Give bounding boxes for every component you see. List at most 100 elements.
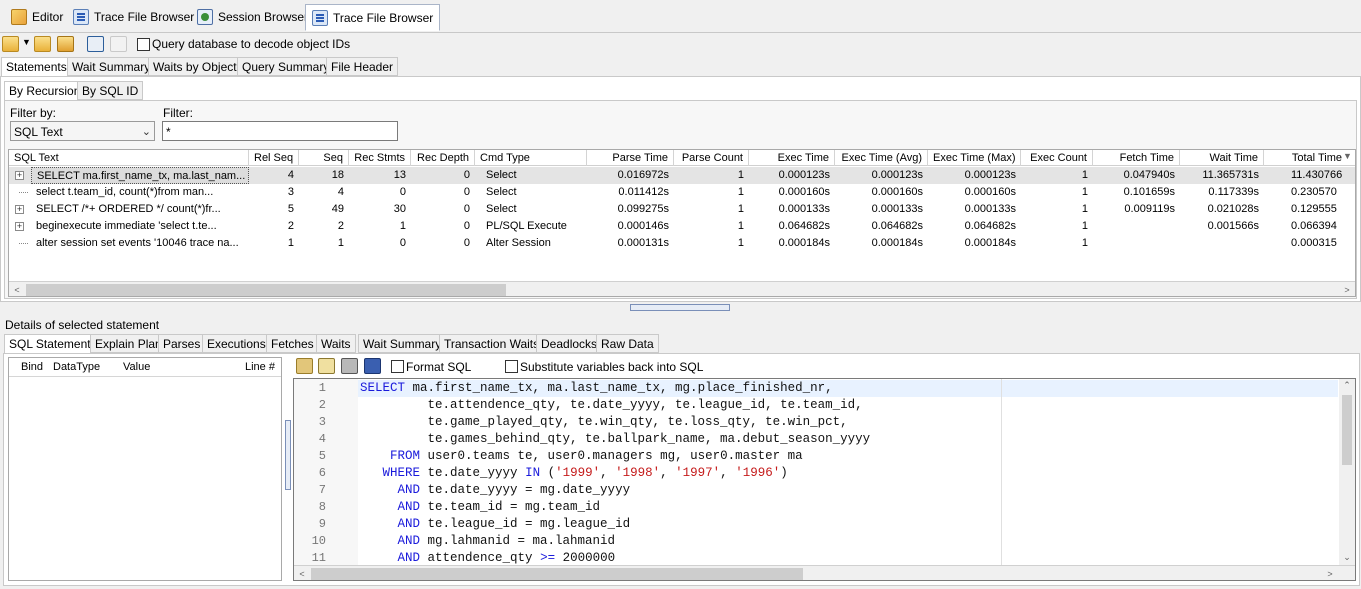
line-number: 1 [318,381,326,395]
col-rec-stmts[interactable]: Rec Stmts [349,150,411,166]
filter-by-label: Filter by: [10,106,57,120]
editor-icon [11,9,27,25]
line-number: 6 [318,466,326,480]
sql-code-line: te.game_played_qty, te.win_qty, te.loss_… [360,415,848,429]
scrollbar-thumb[interactable] [311,568,803,580]
tab-by-recursion[interactable]: By Recursion [4,81,86,101]
table-row[interactable]: + beginexecute immediate 'select t.te...… [9,218,1355,235]
line-number: 8 [318,500,326,514]
dropdown-arrow-icon[interactable]: ▼ [22,37,31,47]
open-folder-icon[interactable] [2,36,19,52]
sql-editor[interactable]: 1 2 3 4 5 6 7 8 9 10 11 SELECT ma.first_… [293,378,1356,581]
tab-wait-summary-details[interactable]: Wait Summary [358,334,447,353]
disabled-tool-icon [110,36,127,52]
col-line-number[interactable]: Line # [245,361,275,373]
right-margin-line [1001,379,1002,565]
col-fetch-time[interactable]: Fetch Time [1093,150,1180,166]
line-number: 3 [318,415,326,429]
col-seq[interactable]: Seq [299,150,349,166]
col-exec-time-max[interactable]: Exec Time (Max) [928,150,1021,166]
tab-deadlocks[interactable]: Deadlocks [536,334,603,353]
scroll-right-icon[interactable]: > [1339,282,1355,296]
decode-object-ids-checkbox[interactable] [137,38,150,51]
format-sql-checkbox[interactable] [391,360,404,373]
ftp-folder-icon[interactable] [57,36,74,52]
tab-session-browser[interactable]: Session Browser [190,5,315,29]
print-icon[interactable] [341,358,358,374]
scroll-left-icon[interactable]: < [9,282,25,296]
col-value[interactable]: Value [123,361,150,373]
tab-by-sql-id[interactable]: By SQL ID [77,81,144,100]
tab-wait-summary[interactable]: Wait Summary [67,57,156,76]
scroll-up-icon[interactable]: ⌃ [1339,379,1355,393]
tab-parses[interactable]: Parses [158,334,206,353]
tab-file-header[interactable]: File Header [326,57,399,76]
sql-code-line: AND te.league_id = mg.league_id [397,517,631,531]
tab-executions[interactable]: Executions [202,334,271,353]
tab-transaction-waits[interactable]: Transaction Waits [439,334,545,353]
chevron-down-icon: ⌄ [141,126,151,138]
table-row[interactable]: + SELECT ma.first_name_tx, ma.last_nam..… [9,167,1355,184]
sort-desc-icon: ▼ [1343,151,1352,161]
scrollbar-thumb[interactable] [26,284,506,296]
line-number: 2 [318,398,326,412]
col-datatype[interactable]: DataType [53,361,100,373]
bind-variables-grid: Bind DataType Value Line # [8,357,282,581]
tab-statements[interactable]: Statements [1,57,72,77]
grid-header: SQL Text Rel Seq Seq Rec Stmts Rec Depth… [9,150,1355,166]
open-recent-icon[interactable] [34,36,51,52]
grid-horizontal-scrollbar[interactable]: < > [9,281,1355,296]
tab-waits[interactable]: Waits [316,334,356,353]
col-exec-time[interactable]: Exec Time [749,150,835,166]
table-row[interactable]: select t.team_id, count(*)from man... 3 … [9,184,1355,201]
trace-file-icon [73,9,89,25]
expand-icon[interactable]: + [15,205,24,214]
col-exec-count[interactable]: Exec Count [1021,150,1093,166]
expand-icon[interactable]: + [15,171,24,180]
tab-sql-statement[interactable]: SQL Statement [4,334,96,354]
table-row[interactable]: + SELECT /*+ ORDERED */ count(*)fr... 5 … [9,201,1355,218]
tab-explain-plan[interactable]: Explain Plan [90,334,167,353]
col-sql-text[interactable]: SQL Text [9,150,249,166]
col-bind[interactable]: Bind [21,361,43,373]
editor-vertical-scrollbar[interactable]: ⌃ ⌄ [1339,379,1355,565]
scrollbar-thumb[interactable] [1342,395,1352,465]
tab-trace-file-browser-1[interactable]: Trace File Browser [66,5,201,29]
scroll-down-icon[interactable]: ⌄ [1339,549,1355,565]
main-tab-strip: Statements Wait Summary Waits by Object … [0,57,1361,77]
line-number: 10 [311,534,326,548]
scroll-left-icon[interactable]: < [294,566,310,580]
editor-horizontal-scrollbar[interactable]: < > [294,565,1355,580]
col-rel-seq[interactable]: Rel Seq [249,150,299,166]
tab-fetches[interactable]: Fetches [266,334,319,353]
filter-by-select[interactable]: SQL Text ⌄ [10,121,155,141]
clipboard-icon[interactable] [87,36,104,52]
tab-waits-by-object[interactable]: Waits by Object [148,57,242,76]
tab-editor[interactable]: Editor [4,5,70,29]
statements-grid: SQL Text Rel Seq Seq Rec Stmts Rec Depth… [8,149,1356,297]
sql-code-line: SELECT ma.first_name_tx, ma.last_name_tx… [360,381,833,395]
save-icon[interactable] [364,358,381,374]
splitter-handle[interactable] [630,304,730,311]
tab-raw-data[interactable]: Raw Data [596,334,659,353]
tab-trace-file-browser-2[interactable]: Trace File Browser [305,4,441,31]
col-cmd-type[interactable]: Cmd Type [475,150,587,166]
substitute-variables-checkbox[interactable] [505,360,518,373]
document-tab-bar: Editor Trace File Browser Session Browse… [0,0,1361,33]
copy-icon[interactable] [296,358,313,374]
edit-sql-icon[interactable] [318,358,335,374]
col-parse-count[interactable]: Parse Count [674,150,749,166]
scroll-right-icon[interactable]: > [1322,566,1338,580]
table-row[interactable]: alter session set events '10046 trace na… [9,235,1355,252]
vertical-splitter-handle[interactable] [285,420,291,490]
format-sql-label: Format SQL [406,360,472,374]
filter-input[interactable]: * [162,121,398,141]
tab-query-summary[interactable]: Query Summary [237,57,335,76]
col-exec-time-avg[interactable]: Exec Time (Avg) [835,150,928,166]
expand-icon[interactable]: + [15,222,24,231]
sql-code-line: AND te.date_yyyy = mg.date_yyyy [397,483,631,497]
sql-code-line: WHERE te.date_yyyy IN ('1999', '1998', '… [382,466,788,480]
col-parse-time[interactable]: Parse Time [587,150,674,166]
col-rec-depth[interactable]: Rec Depth [411,150,475,166]
col-wait-time[interactable]: Wait Time [1180,150,1264,166]
